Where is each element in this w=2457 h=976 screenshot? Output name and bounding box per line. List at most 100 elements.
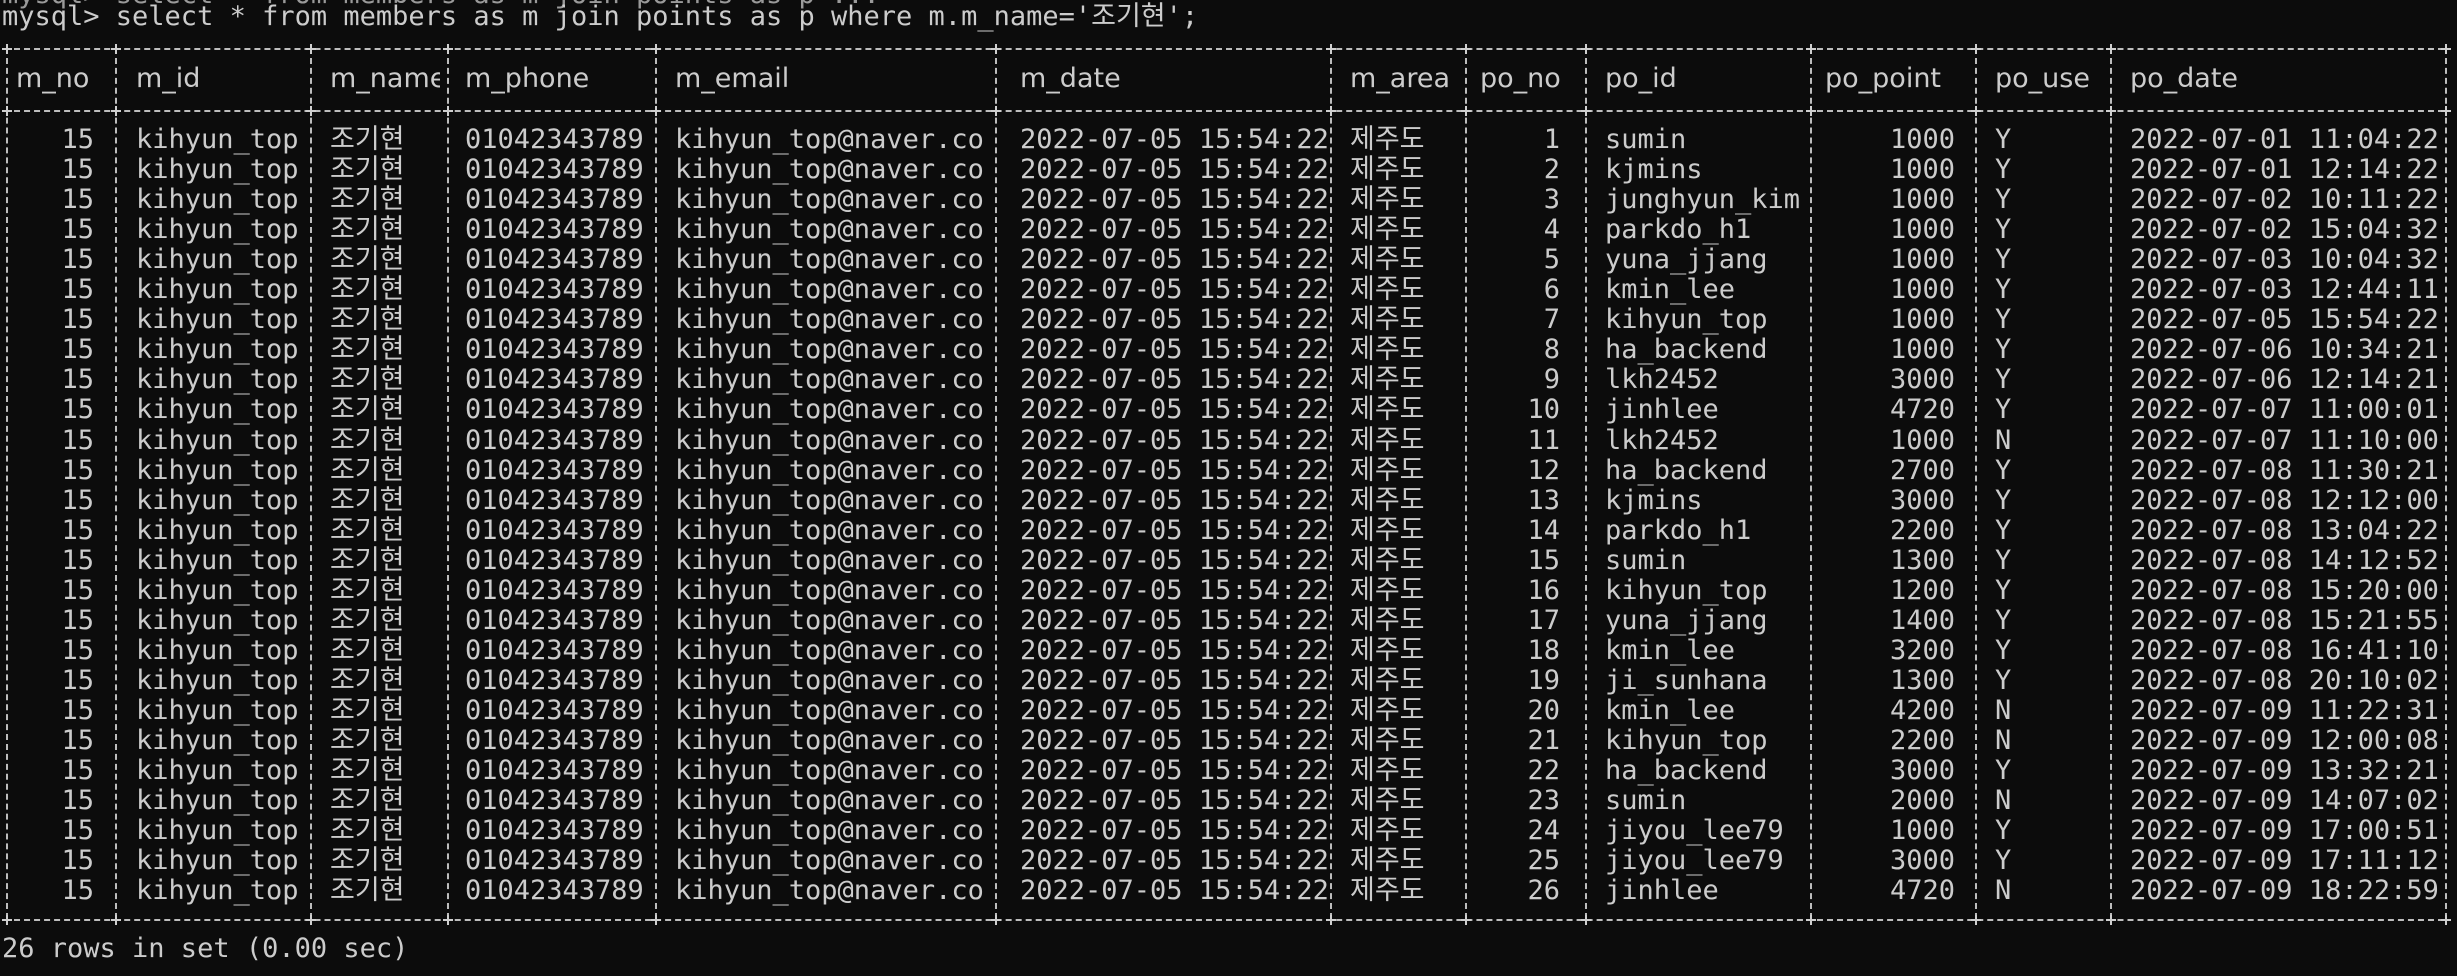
cell-m-area: 제주도: [1350, 816, 1425, 847]
cell-po-date: 2022-07-07 11:00:01: [2130, 395, 2439, 426]
cell-po-no: 19: [1527, 665, 1560, 696]
cell-po-point: 2200: [1889, 515, 1955, 546]
cell-m-phone: 01042343789: [465, 425, 644, 456]
result-status-line: 26 rows in set (0.00 sec): [2, 933, 409, 964]
cell-po-no: 6: [1543, 275, 1560, 306]
cell-m-email: kihyun_top@naver.com: [675, 816, 985, 847]
cell-po-use: Y: [1995, 665, 2012, 696]
table-row: 15 kihyun_top 조기현 01042343789 kihyun_top@nav…: [0, 576, 2457, 606]
cell-po-no: 14: [1527, 515, 1560, 546]
cell-m-date: 2022-07-05 15:54:22: [1020, 305, 1329, 336]
cell-po-use: N: [1995, 786, 2012, 817]
cell-m-phone: 01042343789: [465, 695, 644, 726]
cell-m-phone: 01042343789: [465, 155, 644, 186]
cell-po-use: Y: [1995, 245, 2012, 276]
cell-m-area: 제주도: [1350, 245, 1425, 276]
table-border-corner: [651, 44, 661, 54]
cell-po-point: 3000: [1889, 485, 1955, 516]
cell-m-id: kihyun_top: [136, 455, 299, 486]
cell-po-id: kjmins: [1605, 155, 1703, 186]
terminal-window[interactable]: mysql> select * from members as m join p…: [0, 0, 2457, 976]
cell-po-point: 4720: [1889, 395, 1955, 426]
cell-po-use: Y: [1995, 185, 2012, 216]
table-border-corner: [443, 44, 453, 54]
cell-m-email: kihyun_top@naver.com: [675, 695, 985, 726]
table-row: 15 kihyun_top 조기현 01042343789 kihyun_top@nav…: [0, 245, 2457, 275]
cell-m-email: kihyun_top@naver.com: [675, 215, 985, 246]
cell-po-no: 9: [1543, 365, 1560, 396]
cell-m-name: 조기현: [330, 425, 405, 456]
cell-po-no: 5: [1543, 245, 1560, 276]
table-border-corner: [2441, 44, 2451, 54]
cell-m-email: kihyun_top@naver.com: [675, 545, 985, 576]
cell-m-date: 2022-07-05 15:54:22: [1020, 185, 1329, 216]
cell-m-name: 조기현: [330, 185, 405, 216]
cell-m-phone: 01042343789: [465, 455, 644, 486]
cell-m-no: 15: [61, 695, 94, 726]
cell-m-email: kihyun_top@naver.com: [675, 515, 985, 546]
cell-m-email: kihyun_top@naver.com: [675, 756, 985, 787]
cell-po-point: 1000: [1889, 305, 1955, 336]
cell-m-no: 15: [61, 395, 94, 426]
table-border-corner: [1581, 915, 1591, 925]
table-border-corner: [651, 106, 661, 116]
sql-prompt-line: mysql> select * from members as m join p…: [2, 1, 1199, 32]
cell-m-email: kihyun_top@naver.com: [675, 455, 985, 486]
cell-m-area: 제주도: [1350, 726, 1425, 756]
cell-m-no: 15: [61, 665, 94, 696]
cell-m-email: kihyun_top@naver.com: [675, 846, 985, 877]
table-border-corner: [651, 915, 661, 925]
cell-po-point: 1000: [1889, 125, 1955, 155]
table-border-corner: [1806, 915, 1816, 925]
cell-m-phone: 01042343789: [465, 335, 644, 366]
cell-m-email: kihyun_top@naver.com: [675, 185, 985, 216]
cell-po-point: 1000: [1889, 816, 1955, 847]
cell-m-id: kihyun_top: [136, 876, 299, 907]
cell-po-date: 2022-07-09 17:00:51: [2130, 816, 2439, 847]
cell-m-area: 제주도: [1350, 846, 1425, 877]
cell-po-date: 2022-07-08 12:12:00: [2130, 485, 2439, 516]
column-header-m-email: m_email: [675, 64, 790, 94]
cell-m-name: 조기현: [330, 575, 405, 606]
cell-m-no: 15: [61, 125, 94, 155]
cell-po-use: N: [1995, 726, 2012, 756]
cell-m-phone: 01042343789: [465, 395, 644, 426]
cell-po-date: 2022-07-06 10:34:21: [2130, 335, 2439, 366]
cell-po-point: 1300: [1889, 665, 1955, 696]
cell-po-id: kmin_lee: [1605, 695, 1736, 726]
cell-po-no: 8: [1543, 335, 1560, 366]
cell-po-use: Y: [1995, 305, 2012, 336]
cell-po-point: 1000: [1889, 245, 1955, 276]
cell-po-id: sumin: [1605, 786, 1687, 817]
cell-po-date: 2022-07-09 18:22:59: [2130, 876, 2439, 907]
cell-m-phone: 01042343789: [465, 545, 644, 576]
cell-po-point: 2000: [1889, 786, 1955, 817]
cell-m-no: 15: [61, 335, 94, 366]
cell-po-id: ha_backend: [1605, 756, 1768, 787]
table-border-corner: [2, 106, 12, 116]
cell-m-email: kihyun_top@naver.com: [675, 605, 985, 636]
cell-po-no: 1: [1543, 125, 1560, 155]
cell-po-use: Y: [1995, 605, 2012, 636]
cell-po-date: 2022-07-08 14:12:52: [2130, 545, 2439, 576]
cell-m-email: kihyun_top@naver.com: [675, 786, 985, 817]
cell-m-date: 2022-07-05 15:54:22: [1020, 756, 1329, 787]
cell-po-date: 2022-07-03 10:04:32: [2130, 245, 2439, 276]
cell-po-use: Y: [1995, 125, 2012, 155]
table-border-corner: [2, 44, 12, 54]
cell-po-point: 3000: [1889, 365, 1955, 396]
cell-po-no: 20: [1527, 695, 1560, 726]
column-header-m-area: m_area: [1350, 64, 1451, 94]
cell-m-name: 조기현: [330, 756, 405, 787]
table-border-corner: [2106, 915, 2116, 925]
cell-m-phone: 01042343789: [465, 605, 644, 636]
cell-m-no: 15: [61, 215, 94, 246]
cell-po-point: 1000: [1889, 425, 1955, 456]
cell-po-point: 1000: [1889, 275, 1955, 306]
cell-po-id: kihyun_top: [1605, 726, 1768, 756]
table-border-corner: [991, 44, 1001, 54]
cell-m-id: kihyun_top: [136, 726, 299, 756]
table-border-corner: [111, 106, 121, 116]
table-row: 15 kihyun_top 조기현 01042343789 kihyun_top@nav…: [0, 185, 2457, 215]
cell-m-date: 2022-07-05 15:54:22: [1020, 545, 1329, 576]
